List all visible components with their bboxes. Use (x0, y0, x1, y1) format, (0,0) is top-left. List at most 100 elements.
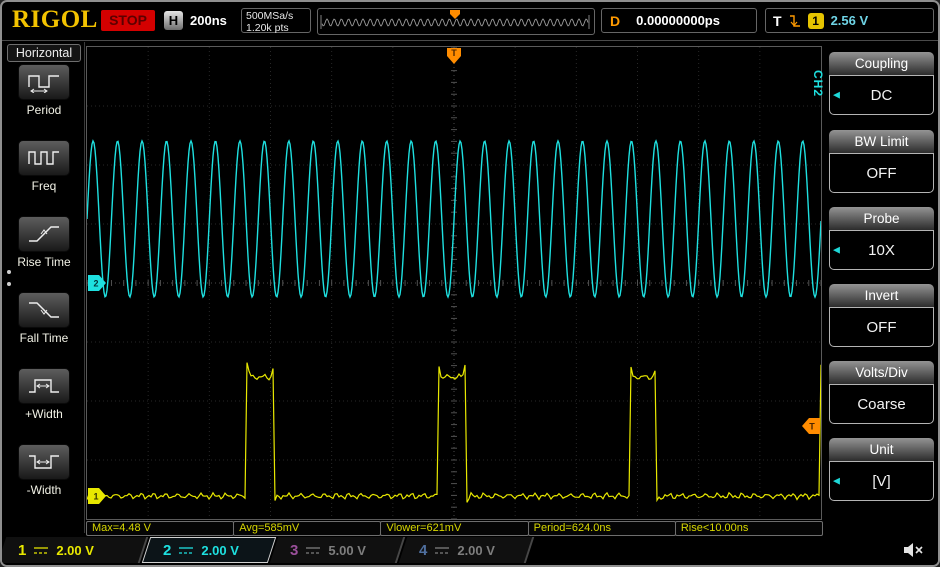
bw-limit-title: BW Limit (829, 130, 934, 153)
waveform-canvas[interactable]: T21T (87, 47, 821, 519)
left-menu-title: Horizontal (7, 44, 81, 62)
measurement-bar: Max=4.48 V Avg=585mV Vlower=621mV Period… (86, 521, 822, 536)
dc-coupling-icon (33, 544, 49, 556)
memory-depth: 1.20k pts (246, 22, 310, 34)
active-channel-label: CH2 (811, 70, 825, 97)
channel-2-scale: 2.00 V (201, 543, 239, 558)
preview-waveform-icon (318, 9, 592, 32)
plus-width-icon (27, 375, 61, 397)
timebase-value[interactable]: 200ns (190, 13, 227, 28)
rise-time-label: Rise Time (4, 255, 84, 269)
channel-2-status[interactable]: 2 2.00 V (142, 537, 276, 563)
menu-item-fall-time[interactable]: Fall Time (4, 292, 84, 345)
channel-4-status[interactable]: 4 2.00 V (399, 537, 534, 563)
menu-item-period[interactable]: Period (4, 64, 84, 117)
dc-coupling-icon (434, 544, 450, 556)
svg-text:1: 1 (94, 492, 99, 502)
probe-value: 10X (868, 242, 895, 259)
pwidth-button[interactable] (18, 368, 70, 404)
channel-3-scale: 5.00 V (328, 543, 366, 558)
trigger-level-value: 2.56 V (831, 13, 869, 28)
sample-rate: 500MSa/s (246, 10, 310, 22)
probe-title: Probe (829, 207, 934, 230)
menu-probe[interactable]: Probe ◀ 10X (829, 207, 934, 270)
top-status-bar: RIGOL STOP H 200ns 500MSa/s 1.20k pts D … (2, 2, 938, 41)
unit-value-button[interactable]: ◀ [V] (829, 461, 934, 501)
trigger-source-badge: 1 (808, 13, 824, 29)
measurement-avg: Avg=585mV (233, 521, 381, 536)
menu-unit[interactable]: Unit ◀ [V] (829, 438, 934, 501)
period-button[interactable] (18, 64, 70, 100)
probe-value-button[interactable]: ◀ 10X (829, 230, 934, 270)
nwidth-button[interactable] (18, 444, 70, 480)
volts-div-value: Coarse (857, 396, 905, 413)
rise-time-icon (27, 223, 61, 245)
horizontal-label: H (164, 11, 183, 30)
measurement-vlower: Vlower=621mV (380, 521, 528, 536)
cycle-left-icon: ◀ (833, 245, 840, 256)
trigger-label: T (773, 13, 782, 29)
menu-item-rise-time[interactable]: Rise Time (4, 216, 84, 269)
freq-label: Freq (4, 179, 84, 193)
svg-text:T: T (451, 48, 457, 58)
invert-value: OFF (867, 319, 897, 336)
delay-value: 0.00000000ps (636, 13, 720, 28)
menu-page-dot (7, 270, 11, 274)
period-label: Period (4, 103, 84, 117)
bw-limit-value: OFF (867, 165, 897, 182)
nwidth-label: -Width (4, 483, 84, 497)
channel-4-number: 4 (419, 542, 427, 559)
volts-div-value-button[interactable]: Coarse (829, 384, 934, 424)
menu-item-nwidth[interactable]: -Width (4, 444, 84, 497)
run-state-badge[interactable]: STOP (101, 10, 155, 31)
trigger-slope-icon (789, 14, 801, 28)
bw-limit-value-button[interactable]: OFF (829, 153, 934, 193)
cycle-left-icon: ◀ (833, 476, 840, 487)
left-menu-panel: Horizontal Period Freq (4, 42, 85, 533)
menu-item-pwidth[interactable]: +Width (4, 368, 84, 421)
measurement-rise: Rise<10.00ns (675, 521, 823, 536)
channel-1-scale: 2.00 V (56, 543, 94, 558)
pwidth-label: +Width (4, 407, 84, 421)
freq-icon (27, 147, 61, 169)
cycle-left-icon: ◀ (833, 90, 840, 101)
menu-volts-div[interactable]: Volts/Div Coarse (829, 361, 934, 424)
coupling-value: DC (871, 87, 893, 104)
coupling-value-button[interactable]: ◀ DC (829, 75, 934, 115)
invert-title: Invert (829, 284, 934, 307)
menu-item-freq[interactable]: Freq (4, 140, 84, 193)
menu-bw-limit[interactable]: BW Limit OFF (829, 130, 934, 193)
menu-page-dot (7, 282, 11, 286)
fall-time-label: Fall Time (4, 331, 84, 345)
invert-value-button[interactable]: OFF (829, 307, 934, 347)
channel-1-status[interactable]: 1 2.00 V (0, 537, 148, 563)
fall-time-icon (27, 299, 61, 321)
delay-label: D (610, 13, 620, 29)
delay-readout: D 0.00000000ps (601, 8, 757, 33)
fall-time-button[interactable] (18, 292, 70, 328)
speaker-muted-icon[interactable] (902, 542, 924, 558)
measurement-max: Max=4.48 V (86, 521, 234, 536)
measurement-period: Period=624.0ns (528, 521, 676, 536)
unit-title: Unit (829, 438, 934, 461)
channel-status-bar: 1 2.00 V 2 2.00 V 3 (2, 536, 938, 565)
brand-logo: RIGOL (12, 6, 98, 34)
right-menu-panel: Coupling ◀ DC BW Limit OFF Probe ◀ 10X I… (824, 46, 938, 533)
channel-2-number: 2 (163, 542, 171, 559)
unit-value: [V] (872, 473, 890, 490)
dc-coupling-icon (305, 544, 321, 556)
waveform-position-preview[interactable] (317, 8, 595, 35)
preview-trigger-marker (450, 10, 460, 19)
trigger-readout[interactable]: T 1 2.56 V (765, 8, 934, 33)
rise-time-button[interactable] (18, 216, 70, 252)
menu-invert[interactable]: Invert OFF (829, 284, 934, 347)
period-icon (27, 71, 61, 93)
channel-3-status[interactable]: 3 5.00 V (270, 537, 405, 563)
menu-coupling[interactable]: Coupling ◀ DC (829, 52, 934, 115)
freq-button[interactable] (18, 140, 70, 176)
dc-coupling-icon (178, 544, 194, 556)
channel-1-number: 1 (18, 542, 26, 559)
svg-text:T: T (809, 422, 815, 432)
acquisition-info: 500MSa/s 1.20k pts (241, 8, 311, 33)
minus-width-icon (27, 451, 61, 473)
